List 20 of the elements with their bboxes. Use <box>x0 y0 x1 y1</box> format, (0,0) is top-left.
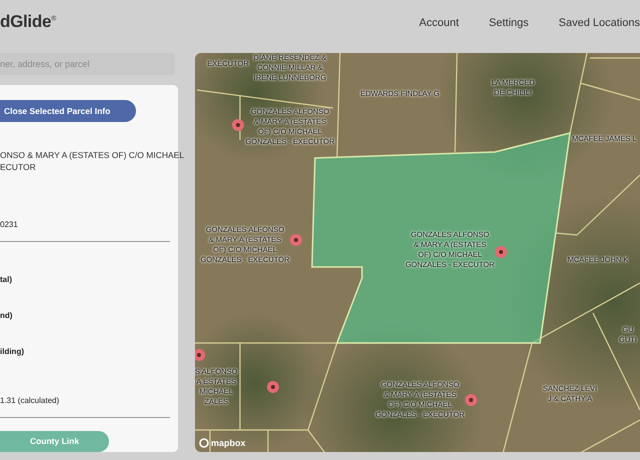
nav-link[interactable]: Saved Locations <box>558 16 640 28</box>
map-pin-icon[interactable] <box>465 394 477 406</box>
owner-name-text: ONSO & MARY A (ESTATES OF) C/O MICHAEL ECUTOR <box>0 148 184 172</box>
map-pin-icon[interactable] <box>232 119 244 131</box>
search-field[interactable]: ner, address, or parcel <box>0 53 175 75</box>
nav-link[interactable]: Settings <box>488 16 529 28</box>
map-pin-icon[interactable] <box>290 234 302 246</box>
nav-link[interactable]: Account <box>419 16 459 28</box>
close-parcel-info-button[interactable]: Close Selected Parcel Info <box>0 100 136 122</box>
parcel-field-text: 1.31 (calculated) <box>0 396 60 404</box>
map-pin-icon[interactable] <box>267 381 279 393</box>
parcel-field-text: 0231 <box>0 220 18 228</box>
parcel-field-text: ilding) <box>0 346 24 356</box>
map-attribution-text[interactable]: mapbox <box>211 438 246 448</box>
mapbox-logo-icon <box>199 438 209 448</box>
parcel-field-text: tal) <box>0 274 12 284</box>
logo-text: dGlide$^{®}$ <box>0 12 56 32</box>
map-pin-icon[interactable] <box>195 349 205 361</box>
parcel-field-text: nd) <box>0 310 12 320</box>
map-pin-icon[interactable] <box>495 246 507 258</box>
